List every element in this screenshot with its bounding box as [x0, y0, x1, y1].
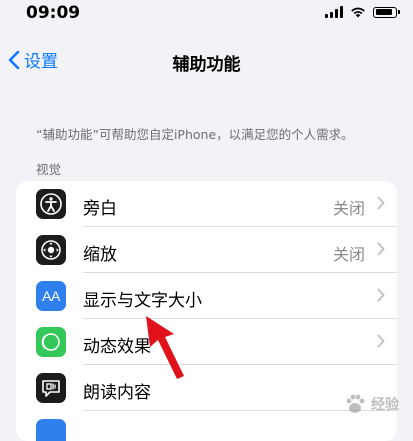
section-header-vision: 视觉: [36, 162, 62, 177]
voiceover-icon: [36, 189, 66, 219]
settings-row-zoom[interactable]: 缩放 关闭: [16, 227, 397, 273]
status-time: 09:09: [26, 3, 81, 23]
partial-row-icon: [36, 419, 66, 441]
status-bar: 09:09: [0, 0, 413, 28]
page-description: “辅助功能”可帮助您自定iPhone，以满足您的个人需求。: [36, 127, 354, 142]
settings-row-voiceover[interactable]: 旁白 关闭: [16, 181, 397, 227]
chevron-right-icon: [377, 288, 385, 302]
chevron-right-icon: [377, 334, 385, 348]
baidu-paw-icon: [346, 394, 365, 413]
navigation-bar: 设置 辅助功能: [0, 40, 413, 80]
page-title: 辅助功能: [172, 55, 241, 75]
settings-row-partial: [16, 411, 397, 441]
settings-row-label: 显示与文字大小: [83, 291, 202, 311]
settings-group-vision: 旁白 关闭 缩放 关闭 AA 显示与文字大小 动态效果 朗读内容: [16, 181, 397, 441]
motion-icon: [36, 327, 66, 357]
settings-row-label: 旁白: [83, 199, 117, 219]
watermark-text: 经验: [371, 397, 399, 413]
text-size-icon: AA: [36, 281, 66, 311]
settings-row-value: 关闭: [332, 245, 365, 264]
settings-row-display-text-size[interactable]: AA 显示与文字大小: [16, 273, 397, 319]
status-icons: [325, 6, 400, 18]
settings-row-motion[interactable]: 动态效果: [16, 319, 397, 365]
settings-row-label: 朗读内容: [83, 383, 151, 403]
settings-row-spoken-content[interactable]: 朗读内容: [16, 365, 397, 411]
chevron-right-icon: [377, 242, 385, 256]
spoken-content-icon: [36, 373, 66, 403]
settings-row-label: 缩放: [83, 245, 117, 265]
settings-row-value: 关闭: [332, 199, 365, 218]
cellular-signal-icon: [325, 6, 343, 18]
battery-icon: [373, 6, 400, 18]
settings-row-label: 动态效果: [83, 337, 151, 357]
wifi-icon: [351, 7, 365, 18]
watermark: 经验: [343, 392, 399, 416]
chevron-right-icon: [377, 196, 385, 210]
zoom-icon: [36, 235, 66, 265]
text-size-glyph: AA: [42, 288, 60, 304]
